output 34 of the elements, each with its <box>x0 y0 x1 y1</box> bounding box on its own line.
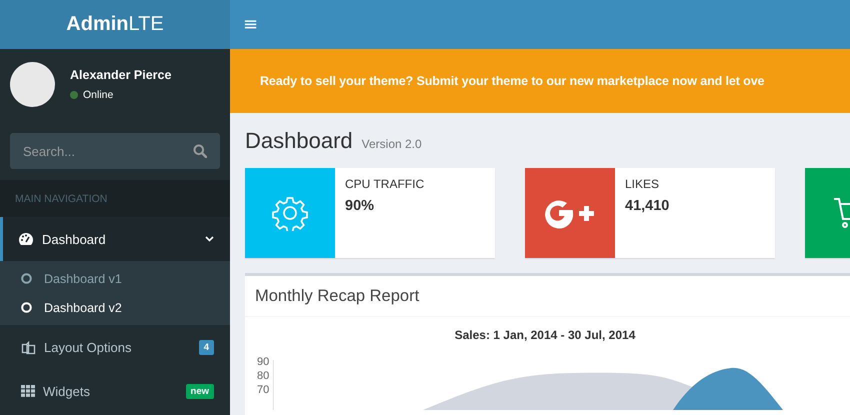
gauge-icon <box>18 232 34 246</box>
y-axis-line <box>273 360 274 410</box>
logo[interactable]: AdminLTE <box>0 0 230 49</box>
badge: new <box>186 384 214 398</box>
search-icon[interactable] <box>193 144 207 158</box>
info-box-value: 41,410 <box>625 198 670 214</box>
user-status: Online <box>83 88 114 100</box>
info-box-label: LIKES <box>625 177 660 191</box>
circle-icon <box>21 302 32 313</box>
nav-header: MAIN NAVIGATION <box>15 192 108 204</box>
submenu-item[interactable]: Dashboard v1 <box>0 264 230 293</box>
search-field[interactable]: Search... <box>10 133 220 169</box>
info-box-value: 90% <box>345 198 376 214</box>
page-title: Dashboard <box>245 128 353 154</box>
chart-title: Sales: 1 Jan, 2014 - 30 Jul, 2014 <box>454 328 636 342</box>
gear-icon <box>272 195 308 231</box>
circle-icon <box>21 273 32 284</box>
card-title: Monthly Recap Report <box>255 286 420 306</box>
y-axis-label: 80 <box>257 370 270 383</box>
y-axis-label: 90 <box>257 356 270 369</box>
page-subtitle: Version 2.0 <box>362 137 422 151</box>
nav-item[interactable]: Dashboard <box>0 217 230 261</box>
grid-icon <box>21 385 35 397</box>
promo-banner: Ready to sell your theme? Submit your theme to our new marketplace now and let ove <box>230 49 850 113</box>
user-name: Alexander Pierce <box>70 68 172 82</box>
menu-button[interactable]: ≡ <box>235 0 266 49</box>
badge: 4 <box>198 340 214 354</box>
submenu-item[interactable]: Dashboard v2 <box>0 293 230 322</box>
avatar <box>10 62 55 106</box>
nav-item[interactable]: Layout Options 4 <box>0 325 230 369</box>
nav-item[interactable]: Widgets new <box>0 369 230 413</box>
copy-icon <box>21 340 36 354</box>
info-box-label: CPU TRAFFIC <box>345 177 424 191</box>
y-axis-label: 70 <box>257 384 270 397</box>
